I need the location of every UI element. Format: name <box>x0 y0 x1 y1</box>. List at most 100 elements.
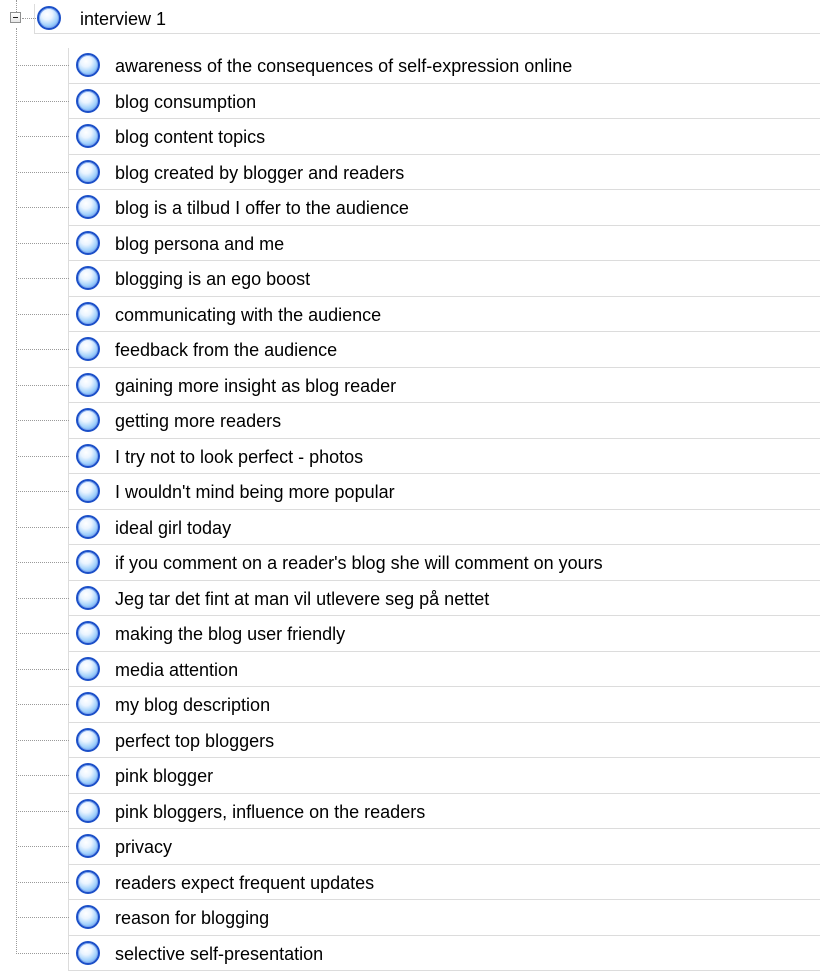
tree-node-child[interactable]: getting more readers <box>18 403 820 439</box>
node-circle-icon <box>76 869 100 894</box>
tree-connector-line <box>18 775 69 776</box>
tree-node-child[interactable]: blogging is an ego boost <box>18 261 820 297</box>
tree-node-label: reason for blogging <box>115 908 270 928</box>
tree-node-label: pink blogger <box>115 766 214 786</box>
tree-node-child[interactable]: readers expect frequent updates <box>18 865 820 900</box>
node-circle-icon <box>76 479 100 503</box>
tree-node-child[interactable]: awareness of the consequences of self-ex… <box>18 48 820 84</box>
tree-connector-line <box>18 633 69 634</box>
tree-connector-line <box>18 704 69 705</box>
node-circle-icon <box>76 656 100 681</box>
tree-node-label: selective self-presentation <box>115 943 324 964</box>
tree-node-label: getting more readers <box>115 411 282 431</box>
tree-node-label: blog consumption <box>115 91 257 112</box>
tree-connector-line <box>18 668 69 670</box>
tree-connector-line <box>18 420 69 421</box>
node-circle-icon <box>76 53 100 77</box>
tree-node-label: interview 1 <box>80 9 167 29</box>
tree-connector-line <box>18 455 69 457</box>
tree-node-child[interactable]: blog is a tilbud I offer to the audience <box>18 190 820 226</box>
tree-connector-line <box>18 207 69 208</box>
node-circle-icon <box>76 727 100 752</box>
tree-node-label: blog content topics <box>115 127 266 147</box>
tree-connector-line <box>18 739 69 741</box>
tree-node-child[interactable]: Jeg tar det fint at man vil utlevere seg… <box>18 581 820 616</box>
node-circle-icon <box>76 195 100 219</box>
tree-guide-line-top <box>16 0 17 12</box>
child-node-list: awareness of the consequences of self-ex… <box>18 48 820 971</box>
tree-node-label: my blog description <box>115 695 271 715</box>
tree-node-label: gaining more insight as blog reader <box>115 375 397 396</box>
tree-connector-line <box>18 384 69 386</box>
tree-node-child[interactable]: communicating with the audience <box>18 297 820 332</box>
tree-node-label: if you comment on a reader's blog she wi… <box>115 553 603 573</box>
tree-node-label: privacy <box>115 837 173 857</box>
tree-node-child[interactable]: feedback from the audience <box>18 332 820 368</box>
code-tree: interview 1 awareness of the consequence… <box>0 0 820 973</box>
tree-node-label: I wouldn't mind being more popular <box>115 482 395 502</box>
tree-node-child[interactable]: selective self-presentation <box>18 936 820 971</box>
node-circle-icon <box>76 834 100 858</box>
tree-connector-line <box>18 952 69 954</box>
tree-node-label: awareness of the consequences of self-ex… <box>115 56 573 76</box>
tree-node-child[interactable]: I wouldn't mind being more popular <box>18 474 820 510</box>
tree-node-child[interactable]: blog created by blogger and readers <box>18 155 820 190</box>
tree-node-label: Jeg tar det fint at man vil utlevere seg… <box>115 588 490 609</box>
tree-node-child[interactable]: ideal girl today <box>18 510 820 545</box>
tree-connector-line <box>18 881 69 883</box>
tree-connector-line <box>18 65 69 66</box>
tree-node-child[interactable]: gaining more insight as blog reader <box>18 368 820 403</box>
tree-connector-line <box>18 242 69 244</box>
node-circle-icon <box>76 301 100 326</box>
tree-node-child[interactable]: pink bloggers, influence on the readers <box>18 794 820 829</box>
node-circle-icon <box>76 408 100 432</box>
tree-node-label: pink bloggers, influence on the readers <box>115 801 426 822</box>
node-circle-icon <box>76 692 100 716</box>
node-circle-icon <box>76 124 100 148</box>
tree-node-label: perfect top bloggers <box>115 730 275 751</box>
tree-node-label: readers expect frequent updates <box>115 872 375 893</box>
collapse-toggle-icon[interactable] <box>10 12 21 23</box>
tree-node-label: blog created by blogger and readers <box>115 162 405 183</box>
tree-connector-line <box>18 278 69 279</box>
tree-connector-line <box>18 917 69 918</box>
tree-node-child[interactable]: my blog description <box>18 687 820 723</box>
tree-node-child[interactable]: if you comment on a reader's blog she wi… <box>18 545 820 581</box>
node-circle-icon <box>76 763 100 787</box>
node-circle-icon <box>76 905 100 929</box>
node-circle-icon <box>76 798 100 823</box>
tree-node-label: feedback from the audience <box>115 340 338 360</box>
node-circle-icon <box>76 585 100 610</box>
tree-node-child[interactable]: blog content topics <box>18 119 820 155</box>
tree-connector-line <box>18 349 69 350</box>
tree-node-child[interactable]: privacy <box>18 829 820 865</box>
node-circle-icon <box>76 443 100 468</box>
tree-connector-line <box>18 526 69 528</box>
tree-node-child[interactable]: reason for blogging <box>18 900 820 936</box>
tree-node-root[interactable]: interview 1 <box>34 4 820 34</box>
tree-guide-line <box>16 28 17 954</box>
tree-node-child[interactable]: media attention <box>18 652 820 687</box>
tree-connector-line <box>18 313 69 315</box>
node-circle-icon <box>76 514 100 539</box>
tree-node-child[interactable]: I try not to look perfect - photos <box>18 439 820 474</box>
tree-connector-line <box>18 136 69 137</box>
node-circle-icon <box>76 337 100 361</box>
node-circle-icon <box>76 372 100 397</box>
tree-node-label: ideal girl today <box>115 517 232 538</box>
tree-node-child[interactable]: pink blogger <box>18 758 820 794</box>
tree-node-child[interactable]: making the blog user friendly <box>18 616 820 652</box>
node-circle-icon <box>76 266 100 290</box>
tree-node-child[interactable]: blog consumption <box>18 84 820 119</box>
tree-node-child[interactable]: blog persona and me <box>18 226 820 261</box>
tree-node-label: blogging is an ego boost <box>115 269 311 289</box>
tree-connector-line <box>18 810 69 812</box>
node-circle-icon <box>76 550 100 574</box>
tree-connector-line <box>18 597 69 599</box>
tree-node-label: blog persona and me <box>115 233 285 254</box>
tree-node-child[interactable]: perfect top bloggers <box>18 723 820 758</box>
node-circle-icon <box>76 621 100 645</box>
tree-connector-line <box>18 846 69 847</box>
node-circle-icon <box>76 230 100 255</box>
tree-node-label: making the blog user friendly <box>115 624 346 644</box>
